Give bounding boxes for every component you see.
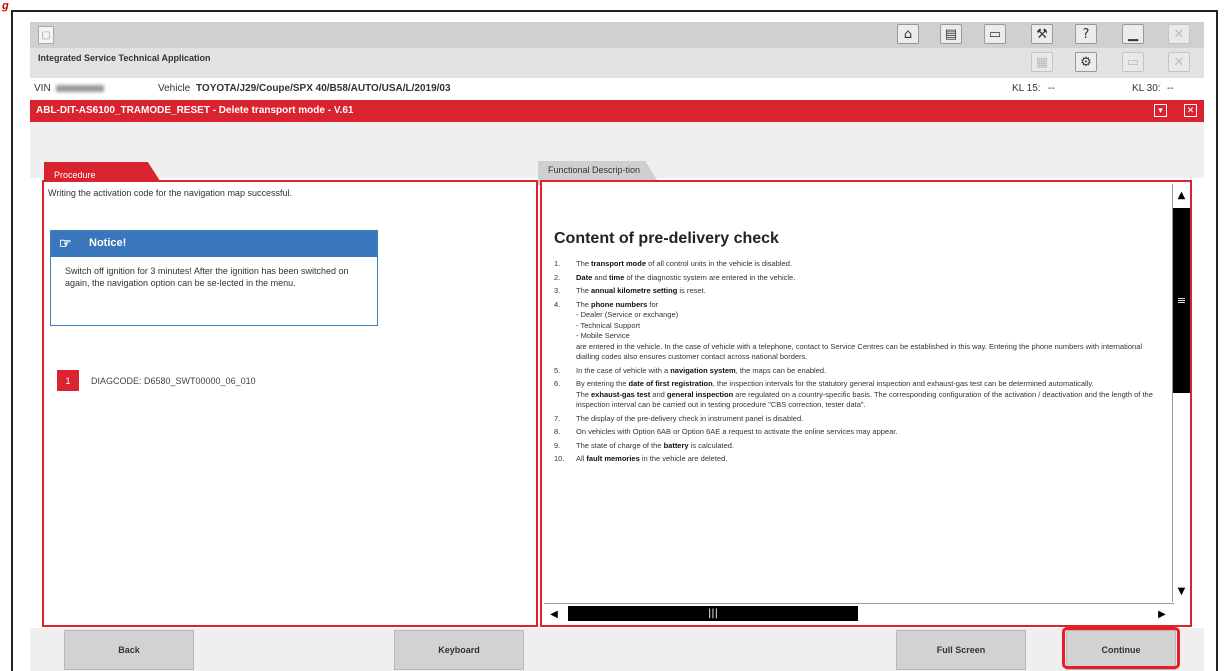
check-item-number: 1. xyxy=(554,259,561,268)
check-item-number: 6. xyxy=(554,379,561,388)
figure-label: g xyxy=(2,0,9,12)
top-toolbar xyxy=(30,22,1204,48)
pre-delivery-check-list: 1. The transport mode of all control unit… xyxy=(554,259,1164,468)
vehicle-info-row: VIN Vehicle TOYOTA/J29/Coupe/SPX 40/B58/… xyxy=(30,78,1204,98)
check-item-number: 8. xyxy=(554,427,561,436)
notice-title: Notice! xyxy=(89,237,127,249)
check-item-text: The state of charge of the battery is ca… xyxy=(576,440,735,450)
app-logo-icon: ▢ xyxy=(38,26,54,44)
horizontal-scrollbar[interactable]: ◀ ||| ▶ xyxy=(544,603,1174,623)
vehicle-label: Vehicle xyxy=(158,83,191,94)
bottom-button-bar xyxy=(30,628,1204,671)
check-item-number: 9. xyxy=(554,440,561,450)
check-item-text: All fault memories in the vehicle are de… xyxy=(576,454,728,463)
notice-hand-icon: ☞ xyxy=(59,235,72,251)
vin-label: VIN xyxy=(34,83,51,94)
check-item-number: 7. xyxy=(554,413,561,423)
check-item-text: On vehicles with Option 6AB or Option 6A… xyxy=(576,427,898,436)
scroll-right-icon[interactable]: ▶ xyxy=(1152,604,1172,624)
home-icon[interactable]: ⌂ xyxy=(897,24,919,44)
check-list-item: 6. By entering the date of first registra… xyxy=(554,379,1164,411)
vehicle-icon[interactable]: ▭ xyxy=(984,24,1006,44)
procedure-panel: Writing the activation code for the navi… xyxy=(42,180,538,627)
kl15-label: KL 15: xyxy=(1012,83,1041,94)
help-icon[interactable]: ? xyxy=(1075,24,1097,44)
scroll-up-icon[interactable]: ▲ xyxy=(1173,184,1190,206)
check-list-item: 7. The display of the pre-delivery check … xyxy=(554,414,1164,425)
diag-code: DIAGCODE: D6580_SWT00000_06_010 xyxy=(91,376,256,386)
check-item-text: The transport mode of all control units … xyxy=(576,259,792,268)
kl30-value: -- xyxy=(1167,83,1174,94)
diag-step-number: 1 xyxy=(57,370,79,391)
check-list-item: 1. The transport mode of all control unit… xyxy=(554,259,1164,270)
close-small-icon[interactable]: ✕ xyxy=(1168,52,1190,72)
full-screen-button[interactable]: Full Screen xyxy=(896,630,1026,670)
back-button[interactable]: Back xyxy=(64,630,194,670)
continue-highlight-frame xyxy=(1062,627,1180,669)
check-item-text: The annual kilometre setting is reset. xyxy=(576,286,706,295)
close-icon[interactable]: ✕ xyxy=(1168,24,1190,44)
check-item-number: 2. xyxy=(554,272,561,282)
wrench-icon[interactable]: ⚒ xyxy=(1031,24,1053,44)
vertical-scrollbar[interactable]: ▲ ≡ ▼ xyxy=(1172,184,1190,602)
check-list-item: 5. In the case of vehicle with a navigati… xyxy=(554,366,1164,377)
notice-box: ☞ Notice! Switch off ignition for 3 minu… xyxy=(50,230,378,326)
vehicle-value: TOYOTA/J29/Coupe/SPX 40/B58/AUTO/USA/L/2… xyxy=(196,83,451,94)
functional-description-panel: Content of pre-delivery check 1. The tran… xyxy=(540,180,1192,627)
vertical-scroll-thumb[interactable]: ≡ xyxy=(1173,208,1190,393)
procedure-title-bar: ABL-DIT-AS6100_TRAMODE_RESET - Delete tr… xyxy=(30,100,1204,122)
procedure-title: ABL-DIT-AS6100_TRAMODE_RESET - Delete tr… xyxy=(36,105,354,116)
check-list-item: 2. Date and time of the diagnostic system… xyxy=(554,273,1164,284)
check-item-text: By entering the date of first registrati… xyxy=(576,379,1153,409)
check-item-text: The display of the pre-delivery check in… xyxy=(576,413,804,423)
check-item-number: 5. xyxy=(554,365,561,375)
notice-header: ☞ Notice! xyxy=(51,231,377,257)
horizontal-scroll-thumb[interactable]: ||| xyxy=(568,606,858,621)
app-title: Integrated Service Technical Application xyxy=(38,53,211,63)
keyboard-button[interactable]: Keyboard xyxy=(394,630,524,670)
check-item-number: 4. xyxy=(554,299,561,309)
check-list-item: 4. The phone numbers for - Dealer (Service… xyxy=(554,300,1164,363)
check-list-item: 3. The annual kilometre setting is reset. xyxy=(554,286,1164,297)
status-message: Writing the activation code for the navi… xyxy=(48,188,292,198)
check-item-text: In the case of vehicle with a navigation… xyxy=(576,365,827,375)
check-list-item: 10. All fault memories in the vehicle are… xyxy=(554,454,1164,465)
settings-gear-icon[interactable]: ⚙ xyxy=(1075,52,1097,72)
content-title: Content of pre-delivery check xyxy=(554,230,779,247)
minimize-icon[interactable]: ▁ xyxy=(1122,24,1144,44)
disabled-icon: ▦ xyxy=(1031,52,1053,72)
scroll-left-icon[interactable]: ◀ xyxy=(544,604,564,624)
window-icon[interactable]: ▭ xyxy=(1122,52,1144,72)
vin-value-redacted xyxy=(56,85,104,92)
scroll-down-icon[interactable]: ▼ xyxy=(1173,580,1190,602)
documents-icon[interactable]: ▤ xyxy=(940,24,962,44)
collapse-icon[interactable]: ▾ xyxy=(1154,104,1167,117)
check-list-item: 9. The state of charge of the battery is … xyxy=(554,441,1164,452)
notice-text: Switch off ignition for 3 minutes! After… xyxy=(65,266,349,288)
kl30-label: KL 30: xyxy=(1132,83,1161,94)
kl15-value: -- xyxy=(1048,83,1055,94)
check-item-text: Date and time of the diagnostic system a… xyxy=(576,272,796,282)
close-procedure-icon[interactable]: ✕ xyxy=(1184,104,1197,117)
check-item-number: 10. xyxy=(554,454,565,463)
check-item-number: 3. xyxy=(554,286,561,295)
check-list-item: 8. On vehicles with Option 6AB or Option … xyxy=(554,427,1164,438)
check-item-text: The phone numbers for - Dealer (Service o… xyxy=(576,299,1143,362)
